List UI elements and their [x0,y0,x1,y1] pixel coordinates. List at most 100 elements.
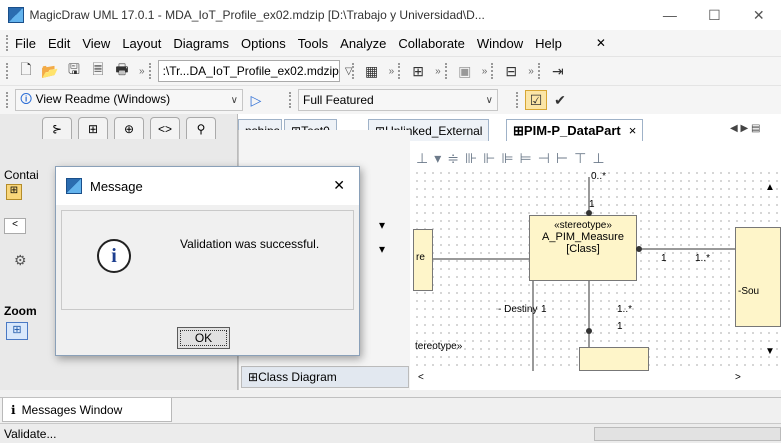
maximize-button[interactable]: ☐ [692,0,736,30]
menu-layout[interactable]: Layout [122,36,161,51]
open-project-icon[interactable]: 📂 [39,61,61,81]
toolbar-grip[interactable] [6,35,9,51]
chevron-down-icon[interactable]: ▾ [379,242,385,256]
tab-pim-p-datapart[interactable]: ⊞ PIM-P_DataPart × [506,119,644,141]
containment-tab-icon[interactable]: ⊱ [42,117,72,139]
main-toolbar: 🗋 📂 🖫 🗏 🖶 » :\Tr...DA_IoT_Profile_ex02.m… [0,56,781,85]
progress-bar [594,427,781,441]
containment-label: Contai [4,168,39,182]
toolbar-grip[interactable] [289,92,292,108]
info-icon: i [97,239,131,273]
play-icon[interactable]: ▷ [245,90,267,110]
overflow-chevron-icon[interactable]: » [482,66,488,77]
close-window-button[interactable]: ✕ [737,0,781,30]
dialog-title-bar: Message ✕ [56,167,359,205]
toolbar-grip[interactable] [351,63,355,79]
toolbar-grip[interactable] [444,63,448,79]
export-icon[interactable]: ⇥ [547,61,569,81]
toolbar-grip[interactable] [516,92,519,108]
close-project-icon[interactable]: ✕ [596,36,606,50]
window-title: MagicDraw UML 17.0.1 - MDA_IoT_Profile_e… [29,8,485,22]
diagram-toolbar[interactable]: ⊥▾≑⊪⊩⊫⊨⊣⊢⊤⊥ [416,150,611,167]
validation-icon[interactable]: ☑ [525,90,547,110]
toolbar-grip[interactable] [6,63,9,79]
perspective-combo-value: Full Featured [303,93,374,107]
scroll-up-icon[interactable]: ▲ [765,182,775,193]
minimize-button[interactable]: — [648,0,692,30]
menu-edit[interactable]: Edit [48,36,70,51]
menu-view[interactable]: View [82,36,110,51]
table-icon[interactable]: ▦ [361,61,383,81]
hierarchy-icon[interactable]: ⊟ [500,61,522,81]
scroll-down-icon[interactable]: ▼ [765,346,775,357]
scroll-left-icon[interactable]: < [418,372,424,383]
readme-combo-content: 🛈 View Readme (Windows) [20,90,170,111]
message-dialog: Message ✕ i Validation was successful. O… [55,166,360,356]
dialog-title: Message [90,178,143,194]
new-project-icon[interactable]: 🗋 [15,61,37,81]
diagram-canvas[interactable]: 0..* 1 «stereotype» A_PIM_Measure [Class… [413,169,781,371]
overflow-chevron-icon[interactable]: » [139,66,145,77]
menu-window[interactable]: Window [477,36,523,51]
inheritance-tab-icon[interactable]: ⊞ [78,117,108,139]
title-bar: MagicDraw UML 17.0.1 - MDA_IoT_Profile_e… [0,0,781,30]
menu-bar: File Edit View Layout Diagrams Options T… [0,30,781,56]
class-diagram-item[interactable]: ⊞ Class Diagram [241,366,409,388]
project-combo[interactable]: :\Tr...DA_IoT_Profile_ex02.mdzip ▽ [157,60,353,82]
info-icon: ℹ [11,402,16,417]
toolbar-grip[interactable] [398,63,401,79]
toolbar-grip[interactable] [148,63,152,79]
close-tab-icon[interactable]: × [629,123,637,138]
zoom-preview-icon: ⊞ [6,322,28,340]
info-icon: 🛈 [20,91,36,106]
print-preview-icon[interactable]: 🗏 [87,61,109,81]
chevron-down-icon: ∨ [230,94,238,106]
search-results-tab-icon[interactable]: ⚲ [186,117,216,139]
ok-button[interactable]: OK [177,327,230,349]
close-dialog-icon[interactable]: ✕ [333,177,345,194]
menu-file[interactable]: File [15,36,36,51]
menu-analyze[interactable]: Analyze [340,36,386,51]
dialog-message: Validation was successful. [180,237,320,251]
image-icon[interactable]: ▣ [454,61,476,81]
messages-window-bar: ℹ Messages Window [0,397,781,422]
overflow-chevron-icon[interactable]: » [435,66,441,77]
messages-window-tab[interactable]: ℹ Messages Window [2,398,172,422]
menu-diagrams[interactable]: Diagrams [173,36,229,51]
project-combo-value: :\Tr...DA_IoT_Profile_ex02.mdzip [162,64,339,78]
status-text: Validate... [4,426,57,441]
menu-options[interactable]: Options [241,36,286,51]
class-diagram-icon: ⊞ [513,122,524,138]
print-icon[interactable]: 🖶 [111,61,133,81]
readme-combo[interactable]: 🛈 View Readme (Windows) ∨ [15,89,243,111]
toolbar-grip[interactable] [6,92,9,108]
tab-scroll-icon[interactable]: ◀ ▶ ▤ [730,123,760,134]
chevron-down-icon[interactable]: ▾ [379,218,385,232]
toggle-tree-icon[interactable]: ⊞ [6,184,22,200]
secondary-toolbar: 🛈 View Readme (Windows) ∨ ▷ Full Feature… [0,85,781,114]
status-bar: Validate... [0,423,781,443]
checkmark-icon[interactable]: ✔ [549,90,571,110]
menu-collaborate[interactable]: Collaborate [398,36,465,51]
scroll-right-icon[interactable]: > [735,372,741,383]
toolbar-grip[interactable] [491,63,494,79]
scroll-left-icon[interactable]: < [4,218,26,234]
model-extensions-tab-icon[interactable]: ⊕ [114,117,144,139]
code-tab-icon[interactable]: <> [150,117,180,139]
tab-pim-p-datapart-label: PIM-P_DataPart [523,123,621,138]
overflow-chevron-icon[interactable]: » [528,66,534,77]
toolbar-grip[interactable] [537,63,541,79]
class-diagram-icon: ⊞ [248,370,259,384]
save-icon[interactable]: 🖫 [63,61,85,81]
perspective-combo[interactable]: Full Featured ∨ [298,89,498,111]
menu-help[interactable]: Help [535,36,562,51]
association-lines [433,177,735,371]
class-diagram-label: Class Diagram [258,370,337,384]
properties-icon[interactable]: ⚙ [14,252,27,269]
menu-tools[interactable]: Tools [298,36,328,51]
magicdraw-app-icon [8,7,24,23]
dialog-body: i Validation was successful. [61,210,354,310]
diagram-icon[interactable]: ⊞ [407,61,429,81]
chevron-down-icon: ∨ [485,94,493,106]
overflow-chevron-icon[interactable]: » [389,66,395,77]
